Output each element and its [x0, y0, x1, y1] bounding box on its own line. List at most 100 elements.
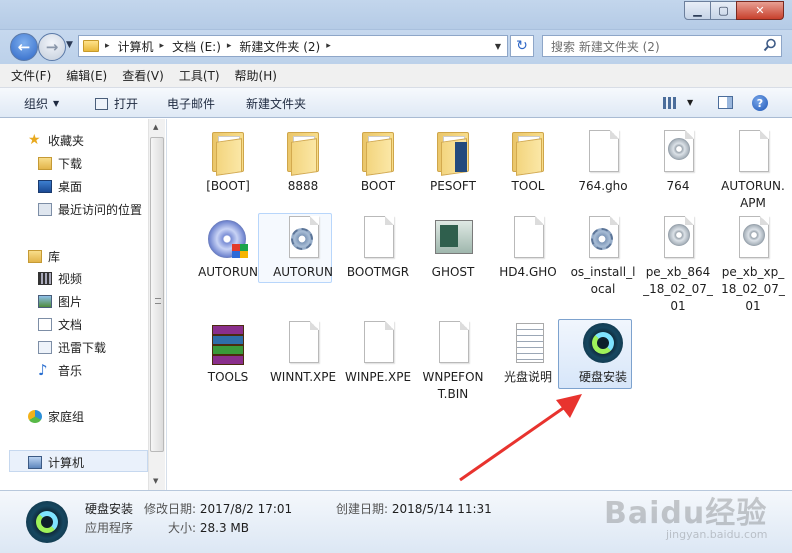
- file-item[interactable]: 8888: [265, 128, 341, 195]
- menu-help[interactable]: 帮助(H): [235, 67, 277, 84]
- file-item[interactable]: os_install_local: [565, 214, 641, 298]
- nav-downloads[interactable]: 下载: [38, 153, 82, 173]
- breadcrumb-computer[interactable]: 计算机: [118, 38, 154, 55]
- chevron-down-icon[interactable]: ▼: [495, 42, 501, 51]
- breadcrumb-separator[interactable]: ▸: [105, 41, 110, 51]
- forward-button[interactable]: →: [38, 33, 66, 61]
- view-options-dropdown[interactable]: ▼: [687, 98, 693, 107]
- file-name: 8888: [287, 179, 319, 193]
- minimize-button[interactable]: ▁: [684, 1, 711, 20]
- search-input[interactable]: 搜索 新建文件夹 (2): [542, 35, 782, 57]
- file-item[interactable]: 764: [640, 128, 716, 195]
- file-item[interactable]: HD4.GHO: [490, 214, 566, 281]
- file-name: pe_xb_864_18_02_07_01: [643, 265, 713, 313]
- star-icon: ★: [28, 131, 41, 148]
- file-item[interactable]: TOOL: [490, 128, 566, 195]
- menu-view[interactable]: 查看(V): [122, 67, 164, 84]
- computer-icon: [28, 455, 42, 469]
- nav-homegroup[interactable]: 家庭组: [28, 406, 84, 426]
- address-bar[interactable]: ▸ 计算机 ▸ 文档 (E:) ▸ 新建文件夹 (2) ▸ ▼: [78, 35, 508, 57]
- email-button[interactable]: 电子邮件: [167, 95, 215, 112]
- file-item[interactable]: WINNT.XPE: [265, 319, 341, 386]
- nav-documents[interactable]: 文档: [38, 314, 82, 334]
- file-item[interactable]: GHOST: [415, 214, 491, 281]
- nav-videos-label: 视频: [58, 271, 83, 286]
- file-item[interactable]: AUTORUN.APM: [715, 128, 791, 212]
- breadcrumb-drive-e[interactable]: 文档 (E:): [172, 38, 221, 55]
- menu-edit[interactable]: 编辑(E): [66, 67, 107, 84]
- nav-scrollbar[interactable]: ▲ ▼: [148, 119, 165, 490]
- scroll-down-icon[interactable]: ▼: [153, 477, 158, 485]
- search-icon[interactable]: [763, 38, 777, 52]
- watermark-main: Baidu经验: [604, 496, 768, 531]
- file-item[interactable]: TOOLS: [190, 319, 266, 386]
- file-name: WINNT.XPE: [269, 370, 337, 384]
- file-name: os_install_local: [570, 265, 636, 296]
- command-bar: 组织 ▼ 打开 电子邮件 新建文件夹 ▼ ?: [0, 88, 792, 118]
- nav-homegroup-label: 家庭组: [48, 409, 85, 424]
- breadcrumb-separator[interactable]: ▸: [227, 41, 232, 51]
- file-item[interactable]: AUTORUN: [190, 214, 266, 281]
- file-item[interactable]: 光盘说明: [490, 319, 566, 386]
- pictures-icon: [38, 294, 52, 308]
- breadcrumb-separator[interactable]: ▸: [160, 41, 165, 51]
- nav-pictures[interactable]: 图片: [38, 291, 82, 311]
- file-name: BOOT: [360, 179, 396, 193]
- file-item[interactable]: pe_xb_864_18_02_07_01: [640, 214, 716, 315]
- file-item[interactable]: 764.gho: [565, 128, 641, 195]
- scroll-up-icon[interactable]: ▲: [153, 123, 158, 131]
- file-item[interactable]: BOOTMGR: [340, 214, 416, 281]
- nav-recent-places[interactable]: 最近访问的位置: [38, 199, 142, 219]
- file-icon: [354, 214, 402, 262]
- organize-label: 组织: [24, 97, 49, 111]
- chevron-down-icon: ▼: [53, 99, 60, 108]
- back-button[interactable]: ←: [10, 33, 38, 61]
- nav-favorites[interactable]: ★ 收藏夹: [28, 130, 84, 150]
- change-view-icon[interactable]: [663, 97, 677, 109]
- desktop-icon: [38, 179, 52, 193]
- file-name: TOOL: [511, 179, 545, 193]
- maximize-button[interactable]: ▢: [710, 1, 737, 20]
- new-folder-button[interactable]: 新建文件夹: [246, 95, 306, 112]
- nav-computer-label: 计算机: [48, 455, 85, 470]
- sync-app-icon: [579, 319, 627, 367]
- file-item[interactable]: PESOFT: [415, 128, 491, 195]
- nav-scrollbar-thumb[interactable]: [150, 137, 164, 452]
- file-name: PESOFT: [430, 179, 476, 193]
- recent-pages-dropdown[interactable]: ▼: [66, 40, 73, 50]
- file-item[interactable]: [BOOT]: [190, 128, 266, 195]
- sync-app-icon: [26, 501, 68, 543]
- nav-xunlei-downloads[interactable]: 迅雷下载: [38, 337, 106, 357]
- menu-file[interactable]: 文件(F): [11, 67, 51, 84]
- file-item[interactable]: AUTORUN: [265, 214, 341, 281]
- breadcrumb-separator[interactable]: ▸: [326, 41, 331, 51]
- organize-button[interactable]: 组织 ▼: [24, 95, 59, 112]
- file-icon: [279, 319, 327, 367]
- settings-file-icon: [579, 214, 627, 262]
- file-item[interactable]: BOOT: [340, 128, 416, 195]
- arrow-left-icon: ←: [17, 38, 31, 56]
- file-item[interactable]: pe_xb_xp_18_02_07_01: [715, 214, 791, 315]
- nav-computer[interactable]: 计算机: [28, 452, 84, 472]
- nav-desktop[interactable]: 桌面: [38, 176, 82, 196]
- new-folder-label: 新建文件夹: [246, 97, 307, 111]
- menu-tools[interactable]: 工具(T): [179, 67, 220, 84]
- homegroup-icon: [28, 409, 42, 423]
- breadcrumb-current-folder[interactable]: 新建文件夹 (2): [239, 38, 320, 55]
- help-icon[interactable]: ?: [752, 95, 768, 111]
- nav-libraries[interactable]: 库: [28, 246, 60, 266]
- menu-bar: 文件(F) 编辑(E) 查看(V) 工具(T) 帮助(H): [0, 64, 792, 88]
- file-name: AUTORUN: [273, 265, 333, 279]
- file-name: [BOOT]: [206, 179, 250, 193]
- folder-icon: [279, 128, 327, 176]
- open-button[interactable]: 打开: [95, 95, 138, 112]
- close-button[interactable]: ✕: [736, 1, 784, 20]
- address-row: ← → ▼ ▸ 计算机 ▸ 文档 (E:) ▸ 新建文件夹 (2) ▸ ▼ ↻ …: [0, 30, 792, 64]
- nav-videos[interactable]: 视频: [38, 268, 82, 288]
- file-icon: [429, 319, 477, 367]
- file-item[interactable]: WINPE.XPE: [340, 319, 416, 386]
- preview-pane-icon[interactable]: [718, 96, 733, 109]
- file-item[interactable]: 硬盘安装: [565, 319, 641, 386]
- nav-music[interactable]: ♪ 音乐: [38, 360, 82, 380]
- refresh-button[interactable]: ↻: [510, 35, 534, 57]
